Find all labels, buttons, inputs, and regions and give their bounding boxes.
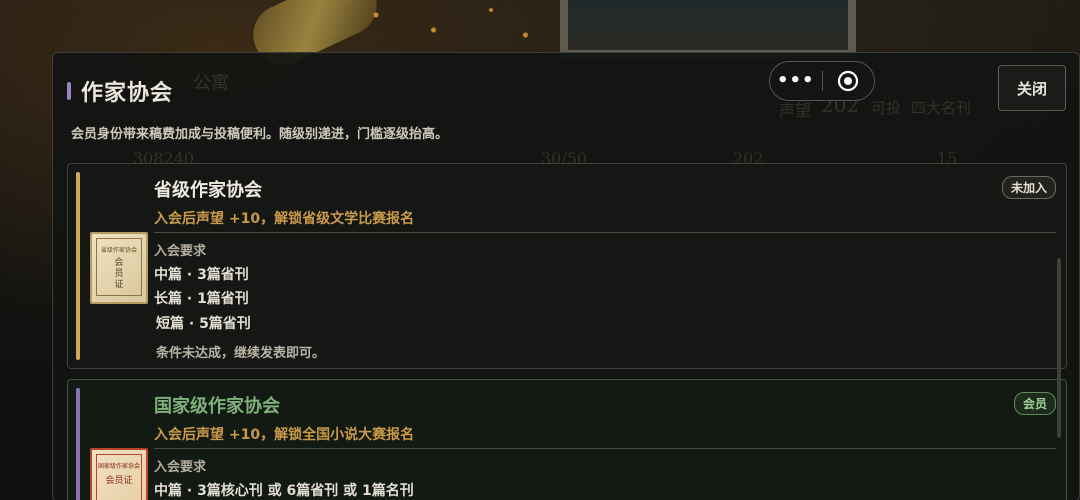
status-badge-not-joined: 未加入 (1001, 176, 1056, 199)
close-button[interactable]: 关闭 (998, 65, 1066, 111)
association-benefit: 入会后声望 +10，解锁省级文学比赛报名 (154, 211, 415, 227)
background-city-lights (330, 0, 560, 50)
ghost-submittable-label: 可投 (871, 99, 902, 117)
association-list: 省级作家协会 会员证 省级作家协会 入会后声望 +10，解锁省级文学比赛报名 入… (67, 163, 1067, 500)
association-name: 省级作家协会 (154, 180, 262, 201)
title-accent-bar (67, 82, 71, 100)
association-card-national: 国家级作家协会 会员证 国家级作家协会 入会后声望 +10，解锁全国小说大赛报名… (67, 379, 1067, 500)
association-name: 国家级作家协会 (154, 396, 280, 417)
panel-subtitle: 会员身份带来稿费加成与投稿便利。随级别递进，门槛逐级抬高。 (71, 127, 449, 142)
membership-card-title: 会员证 (105, 476, 133, 486)
card-accent-rail (76, 172, 80, 360)
membership-card-image: 国家级作家协会 会员证 (90, 448, 148, 500)
card-divider (154, 448, 1056, 449)
requirement-item: 中篇 · 3篇省刊 (154, 267, 249, 283)
panel-header: 作家协会 (67, 75, 173, 107)
writers-association-panel: 公寓 声望 202 可投 四大名刊 308240 30/50 202 15 作家… (52, 52, 1080, 500)
status-badge-member: 会员 (1013, 392, 1056, 415)
close-miniprogram-icon[interactable] (822, 70, 874, 92)
more-icon[interactable]: ••• (770, 62, 822, 100)
membership-card-image: 省级作家协会 会员证 (90, 232, 148, 304)
mini-program-capsule: ••• (769, 61, 875, 101)
requirement-item: 短篇 · 5篇省刊 (156, 316, 251, 332)
list-scrollbar[interactable] (1057, 258, 1061, 438)
membership-card-org-text: 省级作家协会 (100, 247, 137, 254)
panel-title: 作家协会 (81, 81, 174, 106)
ghost-top-magazines: 四大名刊 (911, 99, 972, 117)
association-card-provincial: 省级作家协会 会员证 省级作家协会 入会后声望 +10，解锁省级文学比赛报名 入… (67, 163, 1067, 369)
card-accent-rail (76, 388, 80, 500)
association-benefit: 入会后声望 +10，解锁全国小说大赛报名 (154, 427, 415, 443)
ghost-apartment-title: 公寓 (193, 73, 229, 94)
membership-card-title: 会员证 (114, 258, 124, 290)
membership-card-org-text: 国家级作家协会 (97, 463, 140, 470)
requirement-item: 中篇 · 3篇核心刊 或 6篇省刊 或 1篇名刊 (154, 483, 414, 499)
requirements-label: 入会要求 (154, 460, 207, 475)
card-divider (154, 232, 1056, 233)
background-window (560, 0, 856, 58)
requirement-item: 长篇 · 1篇省刊 (154, 291, 249, 307)
requirements-label: 入会要求 (154, 244, 207, 259)
requirement-note: 条件未达成，继续发表即可。 (156, 346, 326, 361)
